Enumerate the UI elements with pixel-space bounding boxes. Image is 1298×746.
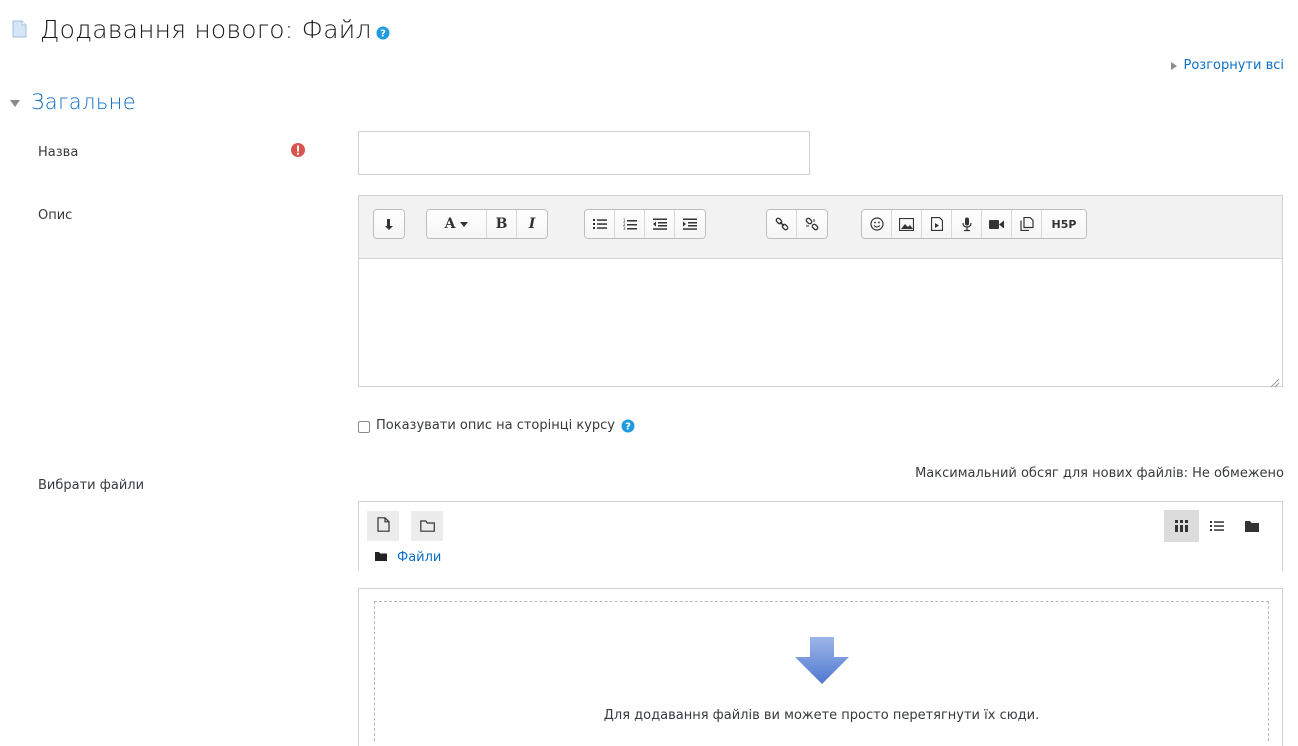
emoticon-icon [869, 217, 884, 231]
record-video-button[interactable] [982, 210, 1012, 238]
italic-icon: I [528, 216, 536, 232]
image-button[interactable] [892, 210, 922, 238]
toolbar-group-style: A B I [426, 209, 548, 239]
expand-all-label: Розгорнути всі [1183, 58, 1284, 73]
media-icon [930, 217, 943, 231]
dropzone[interactable]: Для додавання файлів ви можете просто пе… [374, 601, 1269, 741]
emoticon-button[interactable] [862, 210, 892, 238]
drop-instructions: Для додавання файлів ви можете просто пе… [603, 708, 1040, 723]
unordered-list-icon [592, 218, 607, 230]
page-title: Додавання нового: Файл ? [8, 12, 390, 46]
file-manager: Файли [358, 501, 1283, 571]
media-button[interactable] [922, 210, 952, 238]
font-style-button[interactable]: A [427, 210, 487, 238]
help-icon[interactable]: ? [621, 419, 635, 433]
ordered-list-button[interactable]: 123 [615, 210, 645, 238]
svg-text:?: ? [380, 29, 386, 40]
svg-text:?: ? [625, 421, 631, 432]
create-folder-button[interactable] [411, 511, 443, 541]
svg-text:3: 3 [623, 226, 626, 231]
indent-icon [683, 218, 697, 230]
collapse-icon [384, 218, 394, 230]
font-style-icon: A [444, 216, 456, 232]
italic-button[interactable]: I [517, 210, 547, 238]
toolbar-group-collapse [373, 209, 405, 239]
file-icon [8, 18, 30, 40]
new-file-icon [376, 516, 390, 536]
description-textarea[interactable] [359, 259, 1282, 388]
arrow-down-icon [793, 637, 851, 689]
bold-button[interactable]: B [487, 210, 517, 238]
section-title: Загальне [31, 90, 137, 114]
expand-all-link[interactable]: Розгорнути всі [1171, 58, 1284, 73]
h5p-icon: H5P [1051, 217, 1077, 231]
unlink-button[interactable] [797, 210, 827, 238]
chevron-down-icon [460, 221, 469, 227]
select-files-label: Вибрати файли [38, 478, 145, 493]
description-label: Опис [38, 208, 73, 223]
link-icon [775, 217, 789, 231]
show-description-row: Показувати опис на сторінці курсу ? [358, 418, 635, 433]
max-size-text: Максимальний обсяг для нових файлів: Не … [915, 466, 1284, 481]
show-description-checkbox[interactable] [358, 421, 370, 433]
list-icon [1209, 517, 1224, 536]
collapse-button[interactable] [374, 210, 404, 238]
record-audio-icon [961, 217, 972, 232]
toolbar-group-links [766, 209, 828, 239]
help-icon[interactable]: ? [376, 25, 390, 40]
add-file-button[interactable] [367, 511, 399, 541]
toolbar-group-lists: 123 [584, 209, 706, 239]
outdent-button[interactable] [645, 210, 675, 238]
folder-icon [375, 550, 387, 565]
path-link-files[interactable]: Файли [397, 550, 441, 565]
view-icons-button[interactable] [1164, 510, 1199, 542]
name-input[interactable] [358, 131, 810, 175]
folder-outline-icon [419, 517, 435, 536]
indent-button[interactable] [675, 210, 705, 238]
h5p-button[interactable]: H5P [1042, 210, 1086, 238]
caret-right-icon [1171, 61, 1178, 70]
required-icon [290, 142, 306, 158]
file-drop-area: Для додавання файлів ви можете просто пе… [358, 588, 1283, 746]
unordered-list-button[interactable] [585, 210, 615, 238]
view-switcher [1164, 510, 1269, 542]
page-title-text: Додавання нового: Файл [40, 14, 372, 44]
name-label: Назва [38, 145, 79, 160]
file-manager-path: Файли [375, 550, 441, 565]
outdent-icon [652, 218, 667, 230]
link-button[interactable] [767, 210, 797, 238]
record-video-icon [989, 219, 1004, 230]
ordered-list-icon: 123 [623, 218, 637, 231]
description-editor: A B I 123 H5P [358, 195, 1283, 388]
view-tree-button[interactable] [1234, 510, 1269, 542]
caret-down-icon [10, 99, 20, 107]
record-audio-button[interactable] [952, 210, 982, 238]
show-description-label[interactable]: Показувати опис на сторінці курсу [376, 418, 615, 433]
manage-files-icon [1019, 217, 1034, 231]
toolbar-group-media: H5P [861, 209, 1087, 239]
view-list-button[interactable] [1199, 510, 1234, 542]
unlink-icon [805, 217, 819, 231]
image-icon [899, 217, 914, 231]
grid-icon [1174, 517, 1189, 536]
editor-toolbar: A B I 123 H5P [359, 196, 1282, 259]
bold-icon: B [495, 216, 508, 232]
resize-grip-icon[interactable] [1268, 373, 1280, 388]
folder-icon [1244, 517, 1259, 536]
section-general-header[interactable]: Загальне [10, 90, 136, 114]
manage-files-button[interactable] [1012, 210, 1042, 238]
